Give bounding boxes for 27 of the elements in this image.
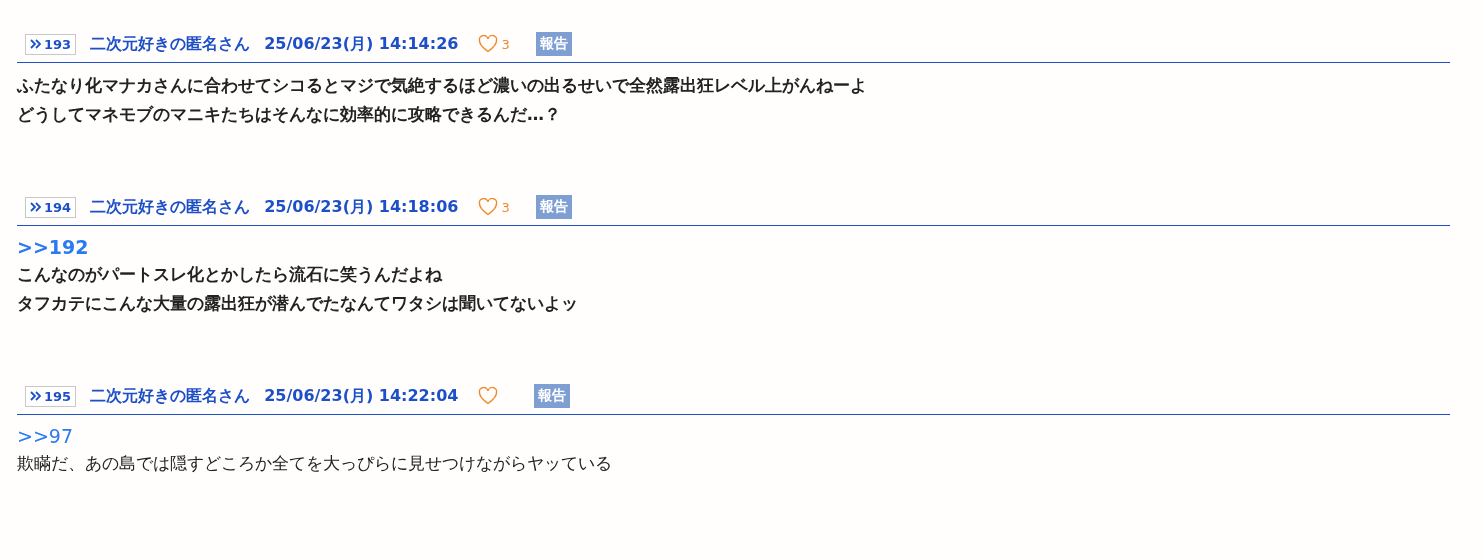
post-text: 欺瞞だ、あの島では隠すどころか全てを大っぴらに見せつけながらヤッている bbox=[17, 452, 613, 475]
heart-icon[interactable] bbox=[478, 198, 499, 216]
post-text: ふたなり化マナカさんに合わせてシコるとマジで気絶するほど濃いの出るせいで全然露出狂レベル上がんねーよ bbox=[17, 74, 868, 97]
post-date: 25/06/23(月) 14:14:26 bbox=[264, 33, 459, 55]
reply-link[interactable]: >>192 bbox=[17, 234, 1450, 260]
report-button[interactable]: 報告 bbox=[535, 32, 572, 56]
poster-name: 二次元好きの匿名さん bbox=[90, 33, 251, 55]
heart-icon[interactable] bbox=[478, 387, 499, 405]
poster-name: 二次元好きの匿名さん bbox=[90, 385, 251, 407]
post-number-link[interactable]: 194 bbox=[25, 196, 77, 218]
report-button[interactable]: 報告 bbox=[534, 384, 571, 408]
post-text: こんなのがパートスレ化とかしたら流石に笑うんだよね bbox=[17, 263, 443, 286]
poster-name: 二次元好きの匿名さん bbox=[90, 196, 251, 218]
double-chevron-icon bbox=[30, 38, 42, 50]
post-date: 25/06/23(月) 14:18:06 bbox=[264, 196, 459, 218]
like-count: 3 bbox=[501, 36, 510, 52]
post-number-link[interactable]: 193 bbox=[25, 33, 77, 55]
post-date: 25/06/23(月) 14:22:04 bbox=[264, 385, 459, 407]
like-count: 3 bbox=[501, 199, 510, 215]
heart-icon[interactable] bbox=[478, 35, 499, 53]
double-chevron-icon bbox=[30, 390, 42, 402]
reply-link[interactable]: >>97 bbox=[17, 423, 1450, 449]
report-button[interactable]: 報告 bbox=[535, 195, 572, 219]
double-chevron-icon bbox=[30, 201, 42, 213]
post-text: タフカテにこんな大量の露出狂が潜んでたなんてワタシは聞いてないよッ bbox=[17, 292, 579, 315]
post-number-link[interactable]: 195 bbox=[25, 385, 77, 407]
post-text: どうしてマネモブのマニキたちはそんなに効率的に攻略できるんだ…？ bbox=[17, 103, 562, 126]
